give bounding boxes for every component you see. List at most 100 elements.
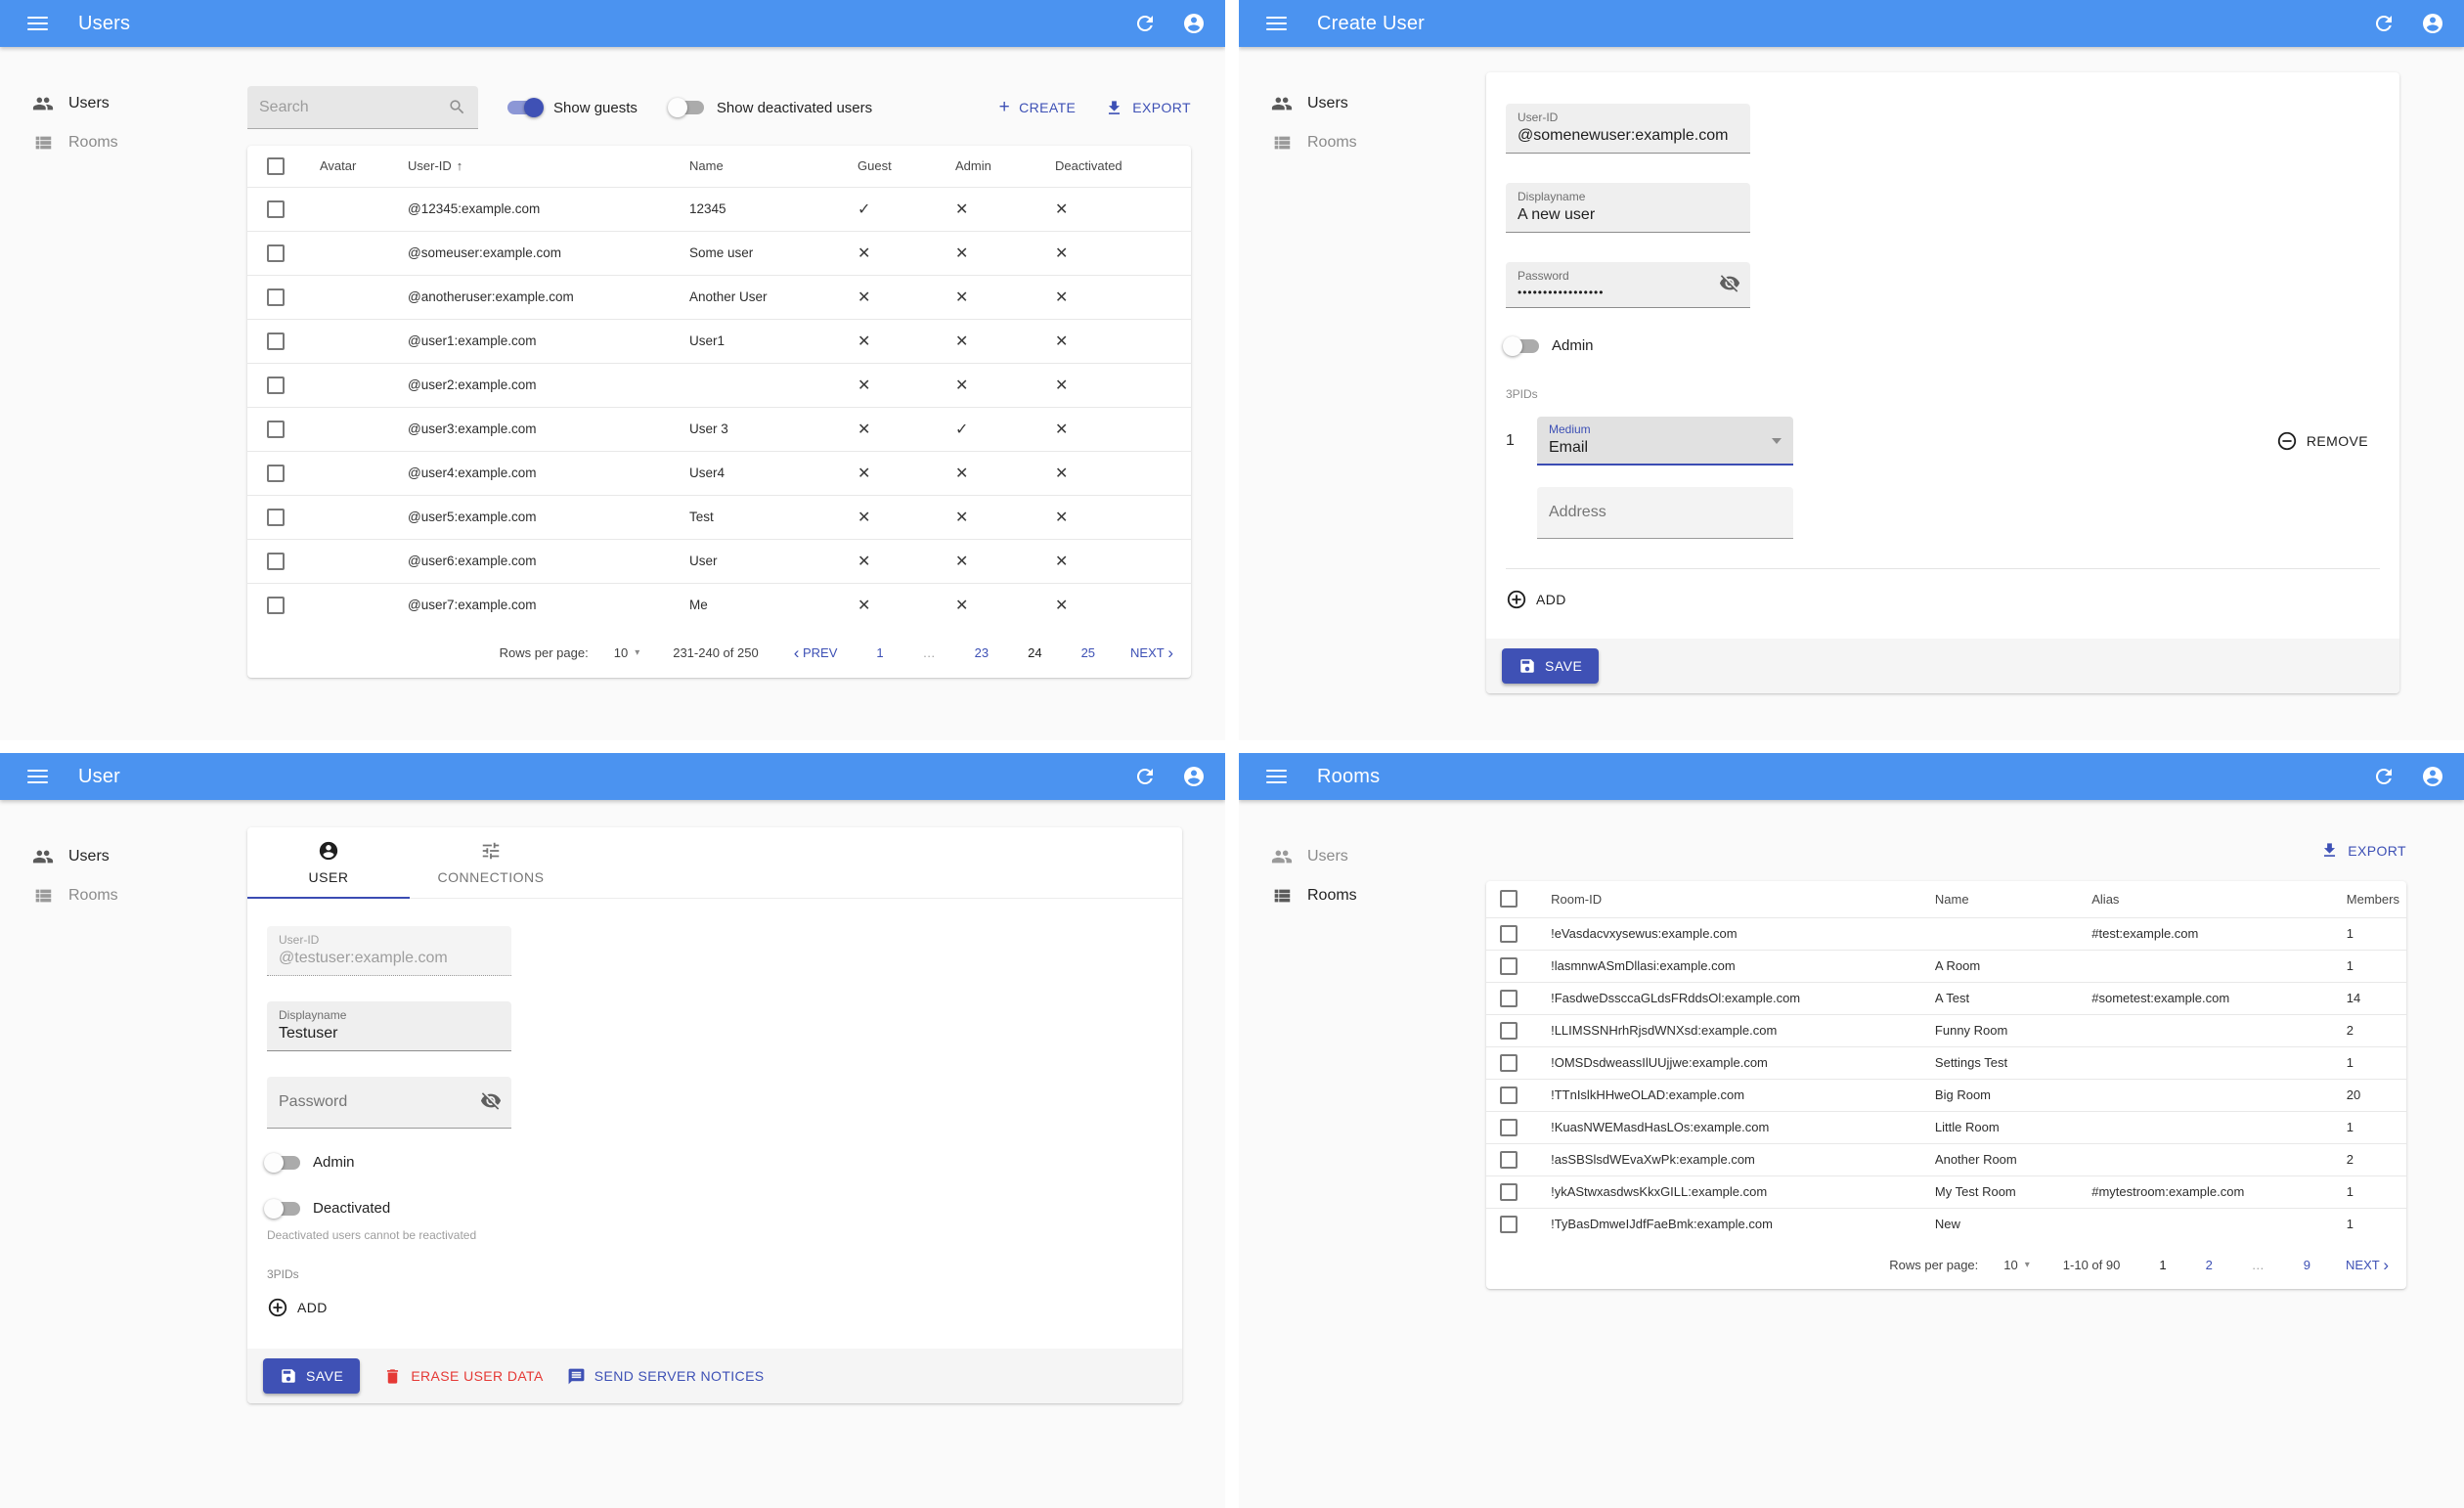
table-row[interactable]: !LLIMSSNHrhRjsdWNXsd:example.com Funny Ro… — [1486, 1014, 2406, 1046]
prev-button[interactable]: ‹ PREV — [794, 644, 838, 661]
row-checkbox[interactable] — [267, 200, 285, 218]
erase-user-data-button[interactable]: ERASE USER DATA — [383, 1367, 543, 1386]
row-checkbox[interactable] — [1500, 989, 1518, 1007]
save-button[interactable]: SAVE — [1502, 648, 1600, 684]
row-checkbox[interactable] — [1500, 1021, 1518, 1040]
show-deactivated-toggle[interactable] — [667, 98, 704, 117]
remove-button[interactable]: REMOVE — [2276, 430, 2368, 452]
table-row[interactable]: @user7:example.com Me ✕ ✕ ✕ — [247, 583, 1191, 627]
visibility-off-icon[interactable] — [480, 1089, 502, 1116]
next-button[interactable]: NEXT › — [1130, 644, 1173, 661]
password-field[interactable]: Password — [267, 1077, 511, 1129]
tab-user[interactable]: USER — [247, 827, 410, 899]
table-row[interactable]: @anotheruser:example.com Another User ✕ ✕ ✕ — [247, 275, 1191, 319]
table-row[interactable]: @12345:example.com 12345 ✓ ✕ ✕ — [247, 187, 1191, 231]
table-row[interactable]: @user6:example.com User ✕ ✕ ✕ — [247, 539, 1191, 583]
menu-icon[interactable] — [27, 16, 48, 31]
row-checkbox[interactable] — [267, 420, 285, 438]
rows-per-page-select[interactable]: 10 ▾ — [2003, 1258, 2030, 1272]
page-button-9[interactable]: 9 — [2304, 1258, 2310, 1272]
col-header-user-id[interactable]: User-ID ↑ — [392, 146, 674, 187]
table-row[interactable]: @user1:example.com User1 ✕ ✕ ✕ — [247, 319, 1191, 363]
row-checkbox[interactable] — [1500, 1086, 1518, 1104]
send-server-notices-button[interactable]: SEND SERVER NOTICES — [567, 1367, 765, 1386]
add-button[interactable]: ADD — [267, 1297, 328, 1318]
table-row[interactable]: !ykAStwxasdwsKkxGILL:example.com My Test … — [1486, 1175, 2406, 1208]
sidebar-item-users[interactable]: Users — [1239, 837, 1486, 876]
page-button-2[interactable]: 2 — [2206, 1258, 2213, 1272]
table-row[interactable]: !TTnIslkHHweOLAD:example.com Big Room 20 — [1486, 1079, 2406, 1111]
rows-per-page-select[interactable]: 10 ▾ — [614, 645, 640, 660]
table-row[interactable]: !lasmnwASmDllasi:example.com A Room 1 — [1486, 950, 2406, 982]
account-icon[interactable] — [2421, 765, 2444, 788]
password-field[interactable]: Password ••••••••••••••••• — [1506, 262, 1750, 308]
sidebar-item-users[interactable]: Users — [0, 837, 247, 876]
table-row[interactable]: !TyBasDmweIJdfFaeBmk:example.com New 1 — [1486, 1208, 2406, 1240]
medium-select[interactable]: Medium Email — [1537, 417, 1793, 466]
table-row[interactable]: @user5:example.com Test ✕ ✕ ✕ — [247, 495, 1191, 539]
table-row[interactable]: !FasdweDssccaGLdsFRddsOl:example.com A Te… — [1486, 982, 2406, 1014]
row-checkbox[interactable] — [267, 244, 285, 262]
col-header-name[interactable]: Name — [1919, 881, 2076, 917]
tab-connections[interactable]: CONNECTIONS — [410, 827, 572, 898]
col-header-name[interactable]: Name — [674, 146, 842, 187]
select-all-checkbox[interactable] — [267, 156, 285, 175]
search-field[interactable] — [247, 86, 478, 129]
row-checkbox[interactable] — [1500, 1150, 1518, 1169]
row-checkbox[interactable] — [1500, 1118, 1518, 1136]
row-checkbox[interactable] — [267, 464, 285, 482]
refresh-icon[interactable] — [1133, 765, 1157, 788]
sidebar-item-rooms[interactable]: Rooms — [1239, 876, 1486, 915]
export-button[interactable]: EXPORT — [2320, 841, 2406, 860]
save-button[interactable]: SAVE — [263, 1358, 361, 1394]
displayname-field[interactable]: Displayname Testuser — [267, 1001, 511, 1051]
row-checkbox[interactable] — [1500, 1053, 1518, 1072]
refresh-icon[interactable] — [1133, 12, 1157, 35]
show-guests-toggle[interactable] — [507, 98, 544, 117]
search-input[interactable] — [259, 98, 448, 116]
refresh-icon[interactable] — [2372, 12, 2396, 35]
table-row[interactable]: @user3:example.com User 3 ✕ ✓ ✕ — [247, 407, 1191, 451]
row-checkbox[interactable] — [267, 508, 285, 526]
row-checkbox[interactable] — [1500, 1182, 1518, 1201]
page-button-25[interactable]: 25 — [1081, 645, 1095, 660]
next-button[interactable]: NEXT › — [2346, 1257, 2389, 1273]
row-checkbox[interactable] — [267, 288, 285, 306]
menu-icon[interactable] — [1266, 16, 1287, 31]
table-row[interactable]: @someuser:example.com Some user ✕ ✕ ✕ — [247, 231, 1191, 275]
select-all-checkbox[interactable] — [1500, 890, 1518, 909]
sidebar-item-users[interactable]: Users — [0, 84, 247, 123]
row-checkbox[interactable] — [1500, 1215, 1518, 1233]
table-row[interactable]: !KuasNWEMasdHasLOs:example.com Little Roo… — [1486, 1111, 2406, 1143]
export-button[interactable]: EXPORT — [1105, 99, 1191, 117]
row-checkbox[interactable] — [267, 332, 285, 350]
displayname-field[interactable]: Displayname A new user — [1506, 183, 1750, 233]
menu-icon[interactable] — [1266, 769, 1287, 784]
sidebar-item-users[interactable]: Users — [1239, 84, 1486, 123]
account-icon[interactable] — [2421, 12, 2444, 35]
create-button[interactable]: + CREATE — [999, 97, 1077, 118]
menu-icon[interactable] — [27, 769, 48, 784]
row-checkbox[interactable] — [267, 552, 285, 570]
sidebar-item-rooms[interactable]: Rooms — [0, 123, 247, 162]
row-checkbox[interactable] — [267, 596, 285, 614]
page-button-23[interactable]: 23 — [975, 645, 989, 660]
table-row[interactable]: !OMSDsdweassIlUUjjwe:example.com Settings… — [1486, 1046, 2406, 1079]
account-icon[interactable] — [1182, 12, 1206, 35]
sidebar-item-rooms[interactable]: Rooms — [1239, 123, 1486, 162]
address-field[interactable] — [1537, 487, 1793, 539]
table-row[interactable]: @user4:example.com User4 ✕ ✕ ✕ — [247, 451, 1191, 495]
refresh-icon[interactable] — [2372, 765, 2396, 788]
admin-toggle[interactable] — [264, 1152, 300, 1173]
row-checkbox[interactable] — [267, 376, 285, 394]
col-header-alias[interactable]: Alias — [2076, 881, 2331, 917]
account-icon[interactable] — [1182, 765, 1206, 788]
table-row[interactable]: !eVasdacvxysewus:example.com #test:exampl… — [1486, 917, 2406, 950]
row-checkbox[interactable] — [1500, 956, 1518, 975]
deactivated-toggle[interactable] — [264, 1198, 300, 1219]
col-header-members[interactable]: Members — [2331, 881, 2406, 917]
sidebar-item-rooms[interactable]: Rooms — [0, 876, 247, 915]
address-input[interactable] — [1549, 504, 1782, 521]
add-button[interactable]: ADD — [1506, 589, 1566, 610]
table-row[interactable]: @user2:example.com ✕ ✕ ✕ — [247, 363, 1191, 407]
